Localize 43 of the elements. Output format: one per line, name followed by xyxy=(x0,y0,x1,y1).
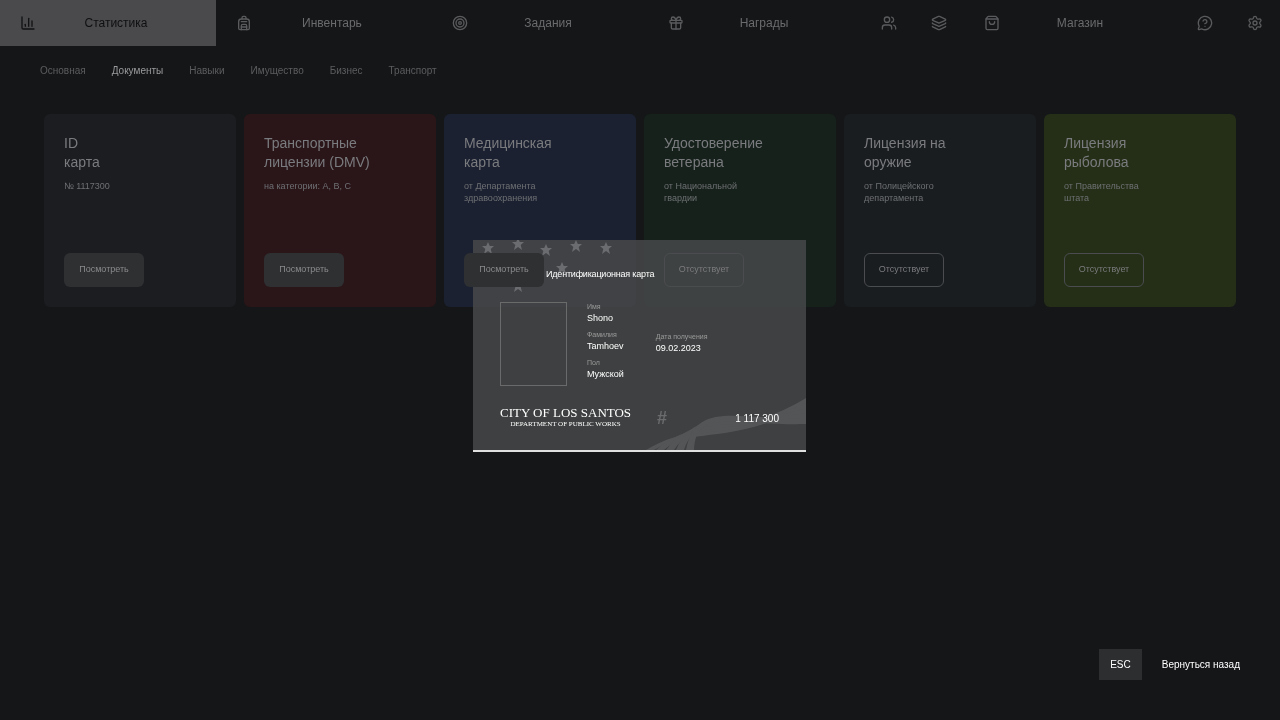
field-value: Мужской xyxy=(587,368,624,380)
card-subtitle: от Правительства штата xyxy=(1064,180,1140,204)
card-button[interactable]: Посмотреть xyxy=(64,253,144,287)
sub-tab[interactable]: Бизнес xyxy=(329,63,363,78)
esc-key[interactable]: ESC xyxy=(1099,649,1142,680)
layers-icon xyxy=(931,15,947,31)
card-subtitle: от Департамента здравоохранения xyxy=(464,180,539,204)
card-title: Лицензия на оружие xyxy=(864,134,947,172)
nav-tab[interactable]: Статистика xyxy=(0,0,216,46)
issued-value: 09.02.2023 xyxy=(655,342,702,354)
card-title: Транспортные лицензии (DMV) xyxy=(264,134,371,172)
sub-tab[interactable]: Имущество xyxy=(250,63,304,78)
card-title: ID карта xyxy=(64,134,101,172)
back-link[interactable]: Вернуться назад xyxy=(1161,657,1240,672)
backpack-icon xyxy=(236,15,252,31)
field-value: Tamhoev xyxy=(587,340,624,352)
sub-tab[interactable]: Документы xyxy=(111,63,164,78)
gift-icon xyxy=(668,15,684,31)
sub-tab[interactable]: Транспорт xyxy=(388,63,437,78)
settings-icon xyxy=(1247,15,1263,31)
city-logo: CITY OF LOS SANTOS xyxy=(500,406,632,420)
card-button[interactable]: Посмотреть xyxy=(464,253,544,287)
card-button[interactable]: Отсутствует xyxy=(1064,253,1144,287)
card-subtitle: на категории: A, B, C xyxy=(264,180,353,192)
modal-title: Идентификационная карта xyxy=(546,268,655,281)
sub-tab[interactable]: Навыки xyxy=(189,63,225,78)
card-title: Лицензия рыболова xyxy=(1064,134,1130,172)
card-subtitle: № 1117300 xyxy=(64,180,111,192)
hash-mark: # xyxy=(657,408,668,428)
card-title: Медицинская карта xyxy=(464,134,553,172)
target-icon xyxy=(452,15,468,31)
bar-chart-icon xyxy=(20,15,36,31)
field-value: Shono xyxy=(587,312,615,324)
card-button[interactable]: Отсутствует xyxy=(864,253,944,287)
card-subtitle: от Национальной гвардии xyxy=(664,180,739,204)
card-button[interactable]: Посмотреть xyxy=(264,253,344,287)
id-number: 1 117 300 xyxy=(735,412,779,426)
card-title: Удостоверение ветерана xyxy=(664,134,764,172)
card-subtitle: от Полицейского департамента xyxy=(864,180,935,204)
shopping-bag-icon xyxy=(984,15,1000,31)
help-icon xyxy=(1197,15,1213,31)
sub-tab[interactable]: Основная xyxy=(40,63,86,78)
users-icon xyxy=(881,15,897,31)
